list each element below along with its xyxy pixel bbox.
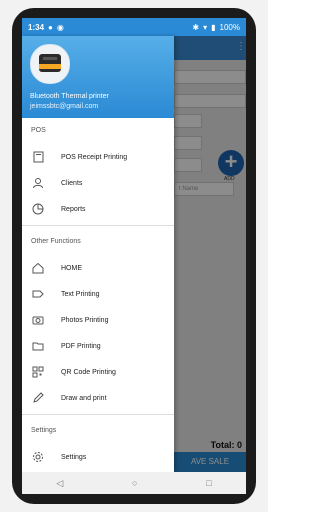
drawer-header: Bluetooth Thermal printer jeimssbtc@gmai… <box>22 36 174 118</box>
menu-item-draw-and-print[interactable]: Draw and print <box>22 385 174 411</box>
gear-icon <box>32 451 44 463</box>
battery-icon: ▮ <box>211 22 216 32</box>
section-label-pos: POS <box>31 127 46 134</box>
menu-item-label: POS Receipt Printing <box>61 153 128 161</box>
qr-icon <box>32 366 44 378</box>
battery-percent: 100% <box>219 22 240 32</box>
section-label-settings: Settings <box>31 427 57 434</box>
navigation-drawer: Bluetooth Thermal printer jeimssbtc@gmai… <box>22 36 174 472</box>
divider <box>22 225 174 226</box>
person-icon <box>32 177 44 189</box>
phone-frame: 1:34 ● ◉ ✱ ▾ ▮ 100% ⋮ t Name + ADD Total… <box>12 8 256 504</box>
menu-item-label: HOME <box>61 264 82 272</box>
menu-item-photos-printing[interactable]: Photos Printing <box>22 307 174 333</box>
notification-icon: ◉ <box>56 22 64 32</box>
drawer-scrim[interactable] <box>174 36 246 472</box>
status-bar: 1:34 ● ◉ ✱ ▾ ▮ 100% <box>22 18 246 36</box>
printer-avatar <box>30 44 70 84</box>
recents-icon[interactable]: □ <box>206 478 211 488</box>
menu-item-label: QR Code Printing <box>61 368 116 376</box>
menu-item-clients[interactable]: Clients <box>22 170 174 196</box>
pie-chart-icon <box>32 203 44 215</box>
menu-item-label: Draw and print <box>61 394 107 402</box>
divider <box>22 414 174 415</box>
home-button-icon[interactable]: ○ <box>132 478 137 488</box>
menu-item-settings[interactable]: Settings <box>22 444 174 470</box>
back-icon[interactable]: ◁ <box>56 478 63 489</box>
menu-item-home[interactable]: HOME <box>22 255 174 281</box>
drawer-email: jeimssbtc@gmail.com <box>30 103 99 110</box>
menu-item-reports[interactable]: Reports <box>22 196 174 222</box>
pencil-icon <box>32 392 44 404</box>
menu-item-qr-code-printing[interactable]: QR Code Printing <box>22 359 174 385</box>
menu-item-pdf-printing[interactable]: PDF Printing <box>22 333 174 359</box>
wifi-icon: ▾ <box>203 22 208 32</box>
home-icon <box>32 262 44 274</box>
menu-item-label: PDF Printing <box>61 342 101 350</box>
receipt-icon <box>32 151 44 163</box>
menu-item-label: Text Printing <box>61 290 100 298</box>
phone-background: 1:34 ● ◉ ✱ ▾ ▮ 100% ⋮ t Name + ADD Total… <box>0 0 268 512</box>
notification-icon: ● <box>48 22 53 32</box>
camera-icon <box>32 314 44 326</box>
folder-icon <box>32 340 44 352</box>
menu-item-label: Reports <box>61 205 86 213</box>
tag-icon <box>32 288 44 300</box>
status-time: 1:34 <box>28 22 45 32</box>
menu-item-pos-receipt-printing[interactable]: POS Receipt Printing <box>22 144 174 170</box>
drawer-title: Bluetooth Thermal printer <box>30 93 109 100</box>
bluetooth-icon: ✱ <box>192 22 200 32</box>
menu-item-text-printing[interactable]: Text Printing <box>22 281 174 307</box>
section-label-other-functions: Other Functions <box>31 238 81 245</box>
screen: 1:34 ● ◉ ✱ ▾ ▮ 100% ⋮ t Name + ADD Total… <box>22 18 246 494</box>
menu-item-label: Settings <box>61 453 87 461</box>
menu-item-label: Photos Printing <box>61 316 109 324</box>
menu-item-label: Clients <box>61 179 83 187</box>
system-nav-bar: ◁ ○ □ <box>22 472 246 494</box>
